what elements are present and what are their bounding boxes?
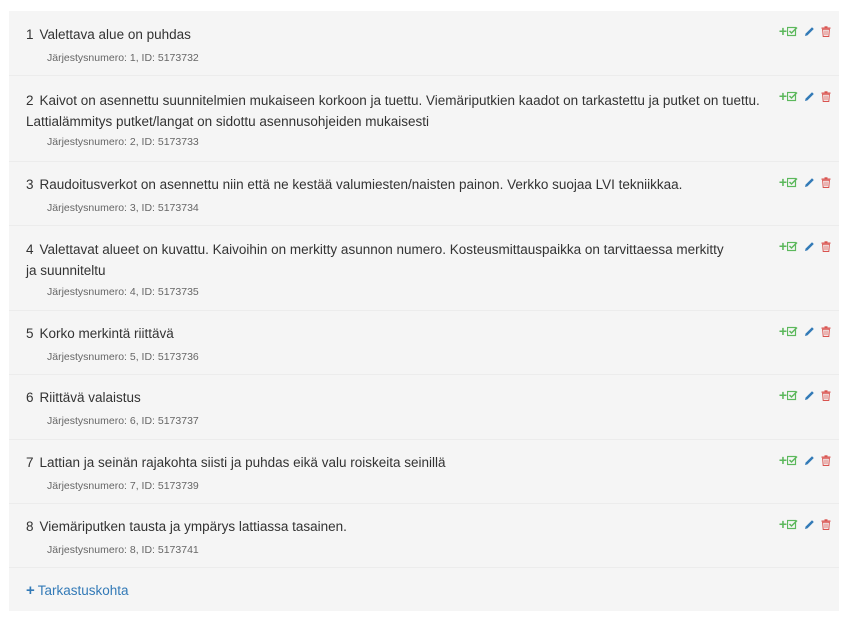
- plus-icon: +: [778, 323, 787, 339]
- list-item: 1 Valettava alue on puhdas Järjestysnumer…: [9, 11, 839, 76]
- delete-button[interactable]: [821, 25, 831, 37]
- edit-button[interactable]: [804, 326, 815, 337]
- item-meta: Järjestysnumero: 1, ID: 5173732: [47, 52, 199, 64]
- checkbox-icon: [787, 519, 798, 529]
- edit-button[interactable]: [804, 241, 815, 252]
- delete-button[interactable]: [821, 325, 831, 337]
- pencil-icon: [805, 390, 814, 400]
- pencil-icon: [805, 177, 814, 187]
- add-check-button[interactable]: +: [778, 88, 798, 104]
- list-item: 5 Korko merkintä riittävä Järjestysnumero…: [9, 311, 839, 375]
- list-item: 3 Raudoitusverkot on asennettu niin että …: [9, 162, 839, 226]
- item-meta: Järjestysnumero: 7, ID: 5173739: [47, 480, 199, 492]
- item-meta: Järjestysnumero: 8, ID: 5173741: [47, 544, 199, 556]
- pencil-icon: [805, 241, 814, 251]
- trash-icon: [821, 25, 831, 37]
- edit-button[interactable]: [804, 455, 815, 466]
- checkbox-icon: [787, 177, 798, 187]
- list-item: 8 Viemäriputken tausta ja ympärys lattias…: [9, 504, 839, 568]
- item-actions: +: [778, 238, 831, 254]
- trash-icon: [821, 518, 831, 530]
- checkbox-icon: [787, 91, 798, 101]
- plus-icon: +: [778, 88, 787, 104]
- add-checkpoint-label: Tarkastuskohta: [37, 583, 129, 598]
- edit-button[interactable]: [804, 390, 815, 401]
- trash-icon: [821, 325, 831, 337]
- delete-button[interactable]: [821, 90, 831, 102]
- item-actions: +: [778, 387, 831, 403]
- edit-button[interactable]: [804, 26, 815, 37]
- item-meta: Järjestysnumero: 4, ID: 5173735: [47, 286, 199, 298]
- item-meta: Järjestysnumero: 3, ID: 5173734: [47, 202, 199, 214]
- item-text: 5 Korko merkintä riittävä: [26, 326, 174, 341]
- item-actions: +: [778, 452, 831, 468]
- checklist-panel: 1 Valettava alue on puhdas Järjestysnumer…: [9, 11, 839, 611]
- add-check-button[interactable]: +: [778, 452, 798, 468]
- item-text: 4 Valettavat alueet on kuvattu. Kaivoihin…: [26, 242, 724, 278]
- edit-button[interactable]: [804, 91, 815, 102]
- item-actions: +: [778, 323, 831, 339]
- item-text: 3 Raudoitusverkot on asennettu niin että …: [26, 177, 683, 192]
- trash-icon: [821, 90, 831, 102]
- delete-button[interactable]: [821, 240, 831, 252]
- add-checkpoint-link[interactable]: + Tarkastuskohta: [26, 582, 129, 599]
- trash-icon: [821, 240, 831, 252]
- item-text: 7 Lattian ja seinän rajakohta siisti ja p…: [26, 455, 446, 470]
- delete-button[interactable]: [821, 454, 831, 466]
- list-item: 6 Riittävä valaistus Järjestysnumero: 6, …: [9, 375, 839, 440]
- trash-icon: [821, 454, 831, 466]
- item-actions: +: [778, 88, 831, 104]
- checkbox-icon: [787, 390, 798, 400]
- item-text: 1 Valettava alue on puhdas: [26, 27, 191, 42]
- pencil-icon: [805, 455, 814, 465]
- trash-icon: [821, 176, 831, 188]
- checkbox-icon: [787, 241, 798, 251]
- checkbox-icon: [787, 26, 798, 36]
- plus-icon: +: [778, 23, 787, 39]
- add-check-button[interactable]: +: [778, 238, 798, 254]
- delete-button[interactable]: [821, 389, 831, 401]
- plus-icon: +: [778, 452, 787, 468]
- add-check-button[interactable]: +: [778, 387, 798, 403]
- add-check-button[interactable]: +: [778, 323, 798, 339]
- plus-icon: +: [778, 387, 787, 403]
- item-text: 2 Kaivot on asennettu suunnitelmien mukai…: [26, 93, 760, 129]
- item-actions: +: [778, 516, 831, 532]
- plus-icon: +: [778, 238, 787, 254]
- item-meta: Järjestysnumero: 6, ID: 5173737: [47, 415, 199, 427]
- add-check-button[interactable]: +: [778, 23, 798, 39]
- item-actions: +: [778, 174, 831, 190]
- item-meta: Järjestysnumero: 2, ID: 5173733: [47, 136, 199, 148]
- delete-button[interactable]: [821, 518, 831, 530]
- add-check-button[interactable]: +: [778, 516, 798, 532]
- edit-button[interactable]: [804, 519, 815, 530]
- item-actions: +: [778, 23, 831, 39]
- pencil-icon: [805, 519, 814, 529]
- list-item: 7 Lattian ja seinän rajakohta siisti ja p…: [9, 440, 839, 504]
- pencil-icon: [805, 26, 814, 36]
- list-item: 4 Valettavat alueet on kuvattu. Kaivoihin…: [9, 226, 839, 311]
- pencil-icon: [805, 91, 814, 101]
- add-check-button[interactable]: +: [778, 174, 798, 190]
- list-item: 2 Kaivot on asennettu suunnitelmien mukai…: [9, 76, 839, 162]
- checkbox-icon: [787, 455, 798, 465]
- trash-icon: [821, 389, 831, 401]
- checkbox-icon: [787, 326, 798, 336]
- item-meta: Järjestysnumero: 5, ID: 5173736: [47, 351, 199, 363]
- item-text: 8 Viemäriputken tausta ja ympärys lattias…: [26, 519, 347, 534]
- edit-button[interactable]: [804, 177, 815, 188]
- item-text: 6 Riittävä valaistus: [26, 390, 141, 405]
- delete-button[interactable]: [821, 176, 831, 188]
- plus-icon: +: [778, 516, 787, 532]
- pencil-icon: [805, 326, 814, 336]
- plus-icon: +: [778, 174, 787, 190]
- plus-icon: +: [26, 582, 35, 599]
